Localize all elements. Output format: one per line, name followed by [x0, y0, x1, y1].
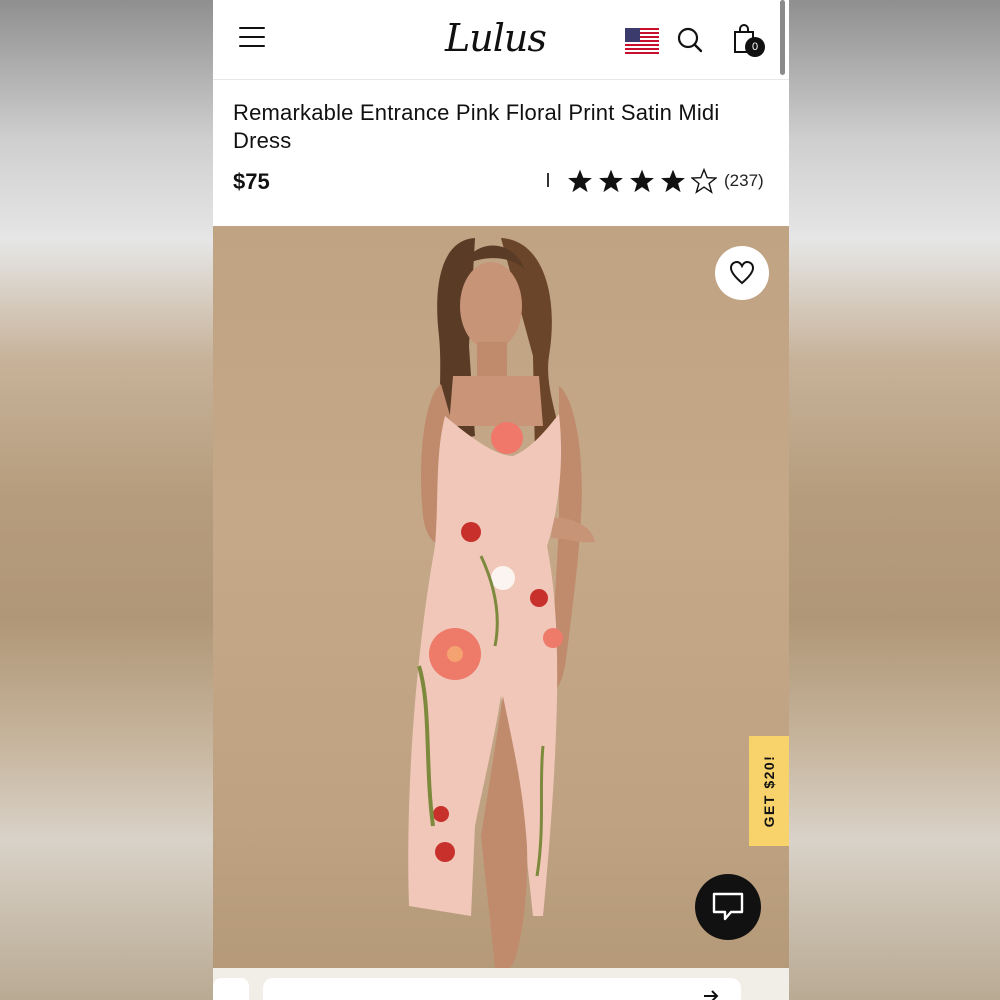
product-image[interactable]: GET $20!	[213, 226, 789, 968]
star-filled-icon	[661, 169, 685, 193]
scrollbar[interactable]	[780, 0, 785, 75]
rating-stars[interactable]: (237)	[567, 166, 764, 196]
mobile-viewport: Lulus 0 Remarkable Entrance Pink Floral …	[213, 0, 789, 1000]
chat-button[interactable]	[695, 874, 761, 940]
promo-label: GET $20!	[761, 754, 777, 828]
heart-icon	[729, 260, 755, 285]
bottom-tab-left[interactable]	[213, 978, 249, 1000]
price-rating-divider	[547, 173, 549, 187]
product-price: $75	[233, 169, 270, 194]
product-title: Remarkable Entrance Pink Floral Print Sa…	[233, 100, 720, 153]
promo-tab[interactable]: GET $20!	[749, 736, 789, 846]
star-filled-icon	[568, 169, 592, 193]
us-flag-icon[interactable]	[625, 28, 659, 54]
search-icon[interactable]	[676, 26, 704, 54]
bottom-action-bar[interactable]	[263, 978, 741, 1000]
menu-icon[interactable]	[239, 27, 265, 49]
background-blur-right	[789, 0, 1000, 1000]
star-empty-icon	[691, 168, 717, 194]
wishlist-button[interactable]	[715, 246, 769, 300]
model-photo	[408, 238, 595, 968]
star-filled-icon	[599, 169, 623, 193]
brand-logo[interactable]: Lulus	[445, 14, 555, 62]
arrow-right-icon[interactable]	[703, 990, 719, 1000]
cart-count-badge: 0	[745, 37, 765, 57]
chat-icon	[712, 892, 744, 921]
site-header: Lulus 0	[213, 0, 789, 80]
review-count[interactable]: (237)	[724, 171, 764, 191]
star-filled-icon	[630, 169, 654, 193]
background-blur-left	[0, 0, 213, 1000]
